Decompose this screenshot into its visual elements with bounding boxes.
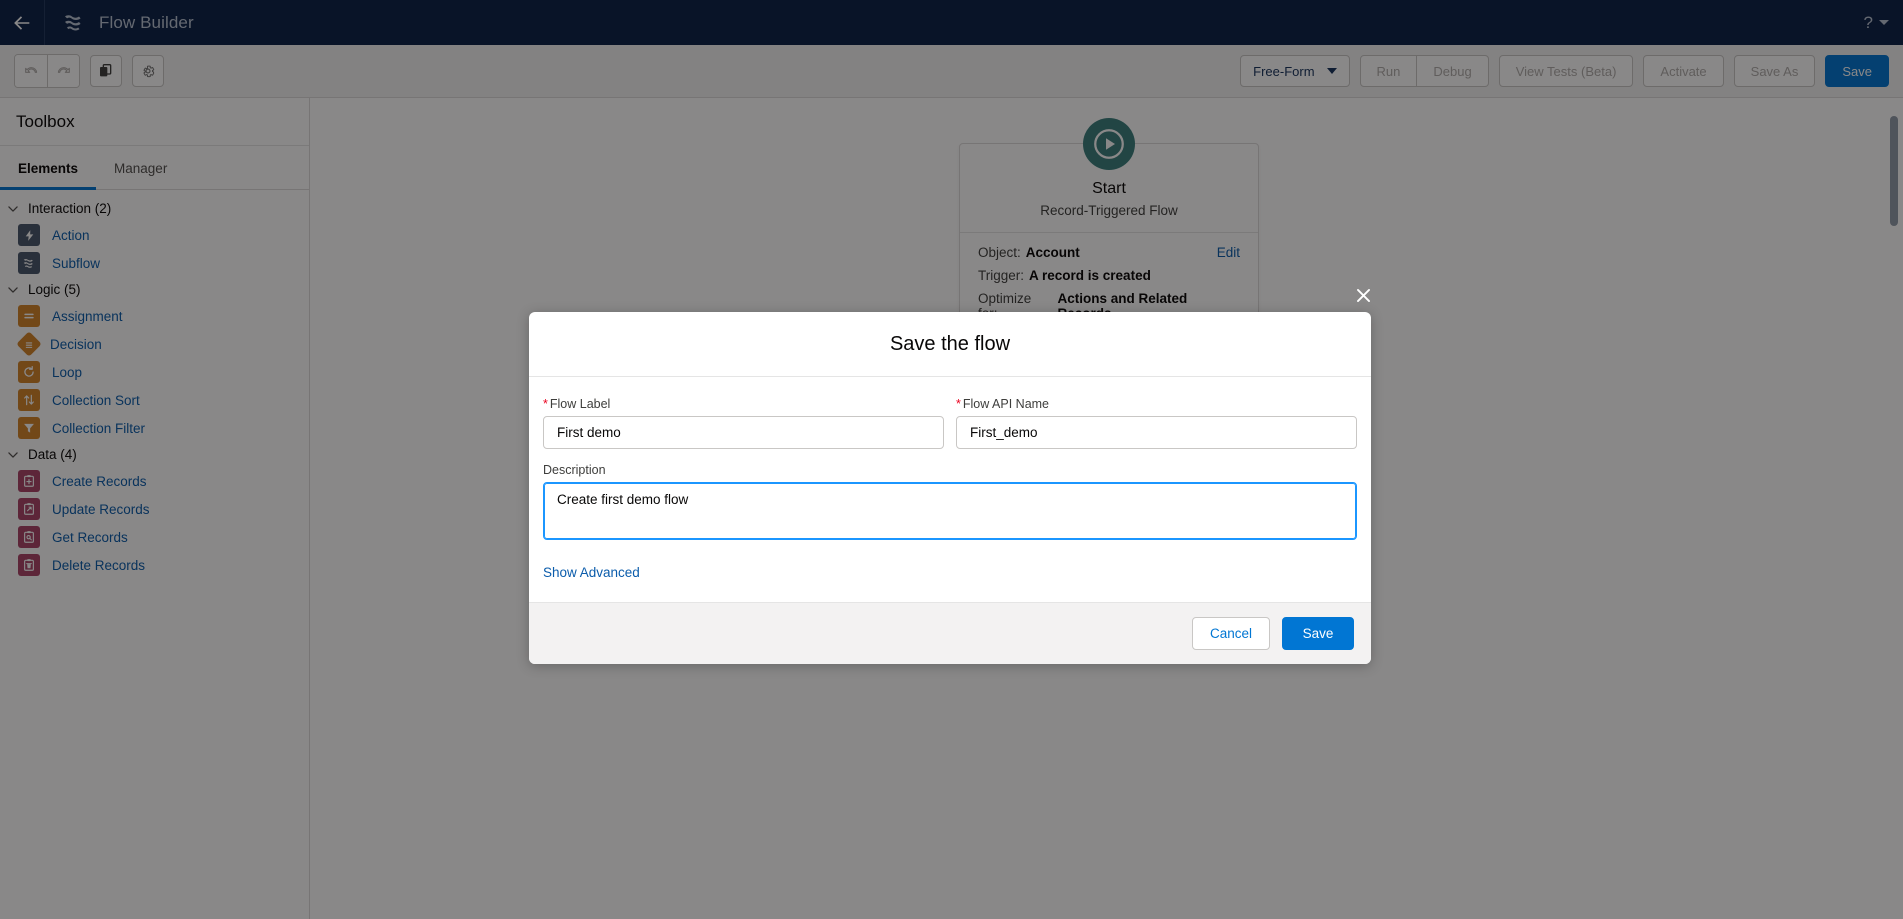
flow-api-name-field-group: * Flow API Name xyxy=(956,397,1357,449)
modal-close-button[interactable] xyxy=(1349,281,1377,309)
flow-label-label-text: Flow Label xyxy=(549,397,611,411)
flow-builder-app: Flow Builder ? Free-Form Run Debug View … xyxy=(0,0,1903,919)
cancel-button[interactable]: Cancel xyxy=(1191,617,1270,650)
flow-api-name-label-text: Flow API Name xyxy=(962,397,1050,411)
required-marker: * xyxy=(956,397,961,411)
flow-api-name-label: * Flow API Name xyxy=(956,397,1357,411)
name-fields-row: *Flow Label *Flow API Name xyxy=(543,397,1357,449)
flow-label-input[interactable] xyxy=(543,416,944,449)
show-advanced-link[interactable]: Show Advanced xyxy=(543,565,640,580)
description-label: Description xyxy=(543,463,606,477)
flow-label-field-group: * Flow Label xyxy=(543,397,944,449)
save-flow-modal: Save the flow *Flow Label *Flow API Name xyxy=(529,312,1371,664)
flow-label-label: * Flow Label xyxy=(543,397,944,411)
description-textarea[interactable] xyxy=(543,482,1357,540)
description-field-group: Description xyxy=(543,463,1357,545)
modal-save-button[interactable]: Save xyxy=(1282,617,1354,650)
modal-body: *Flow Label *Flow API Name Description S… xyxy=(529,377,1371,602)
modal-title: Save the flow xyxy=(889,332,1011,355)
flow-api-name-input[interactable] xyxy=(956,416,1357,449)
required-marker: * xyxy=(543,397,548,411)
close-icon xyxy=(1356,288,1370,302)
modal-footer: Cancel Save xyxy=(529,602,1371,664)
modal-header: Save the flow xyxy=(529,312,1371,377)
